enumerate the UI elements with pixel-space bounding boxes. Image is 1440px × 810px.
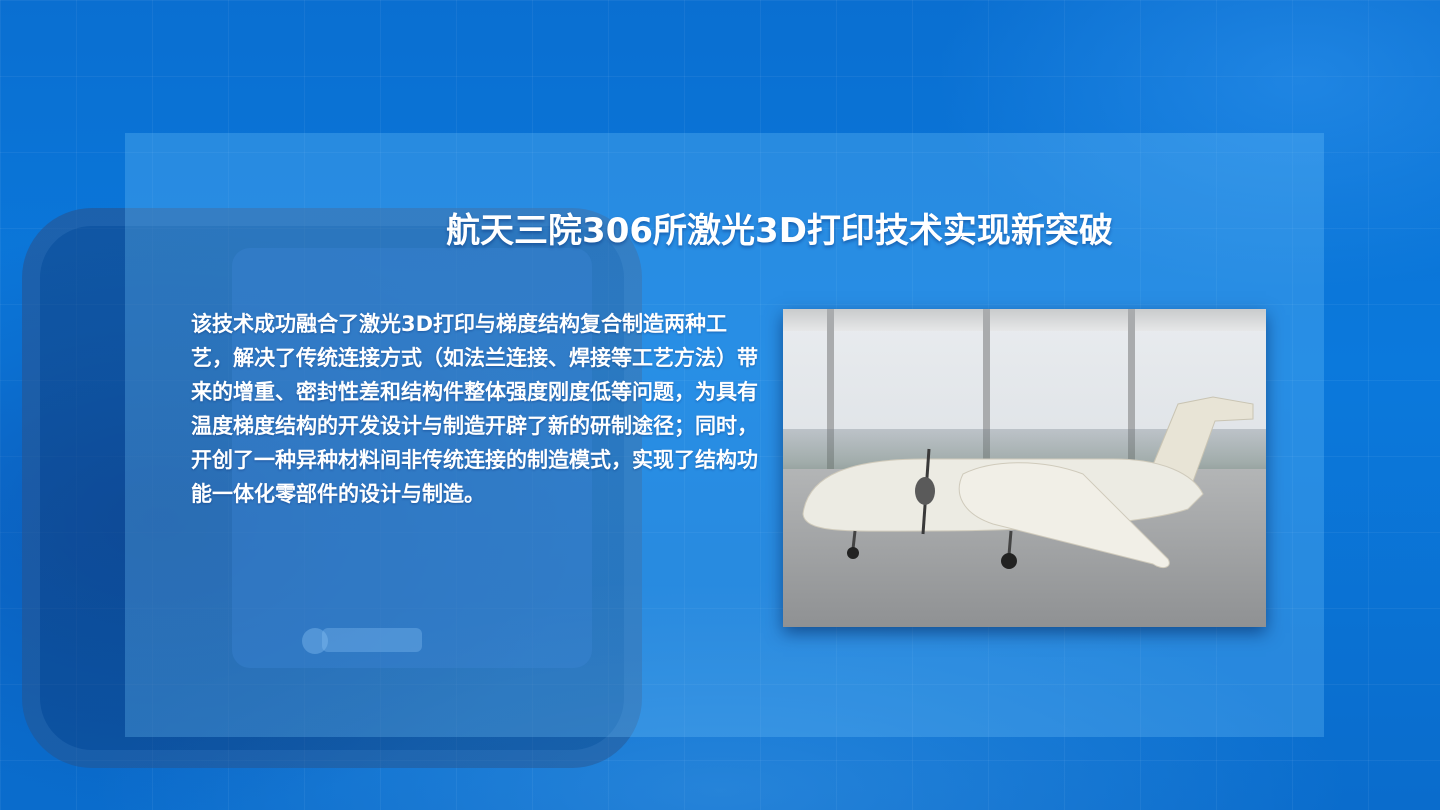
content-panel: 航天三院306所激光3D打印技术实现新突破 该技术成功融合了激光3D打印与梯度结… [125,133,1324,737]
slide-body-text: 该技术成功融合了激光3D打印与梯度结构复合制造两种工艺，解决了传统连接方式（如法… [191,312,758,506]
slide-title: 航天三院306所激光3D打印技术实现新突破 [446,211,1113,251]
aircraft-photo [783,309,1266,627]
aircraft-drawing [802,396,1254,569]
